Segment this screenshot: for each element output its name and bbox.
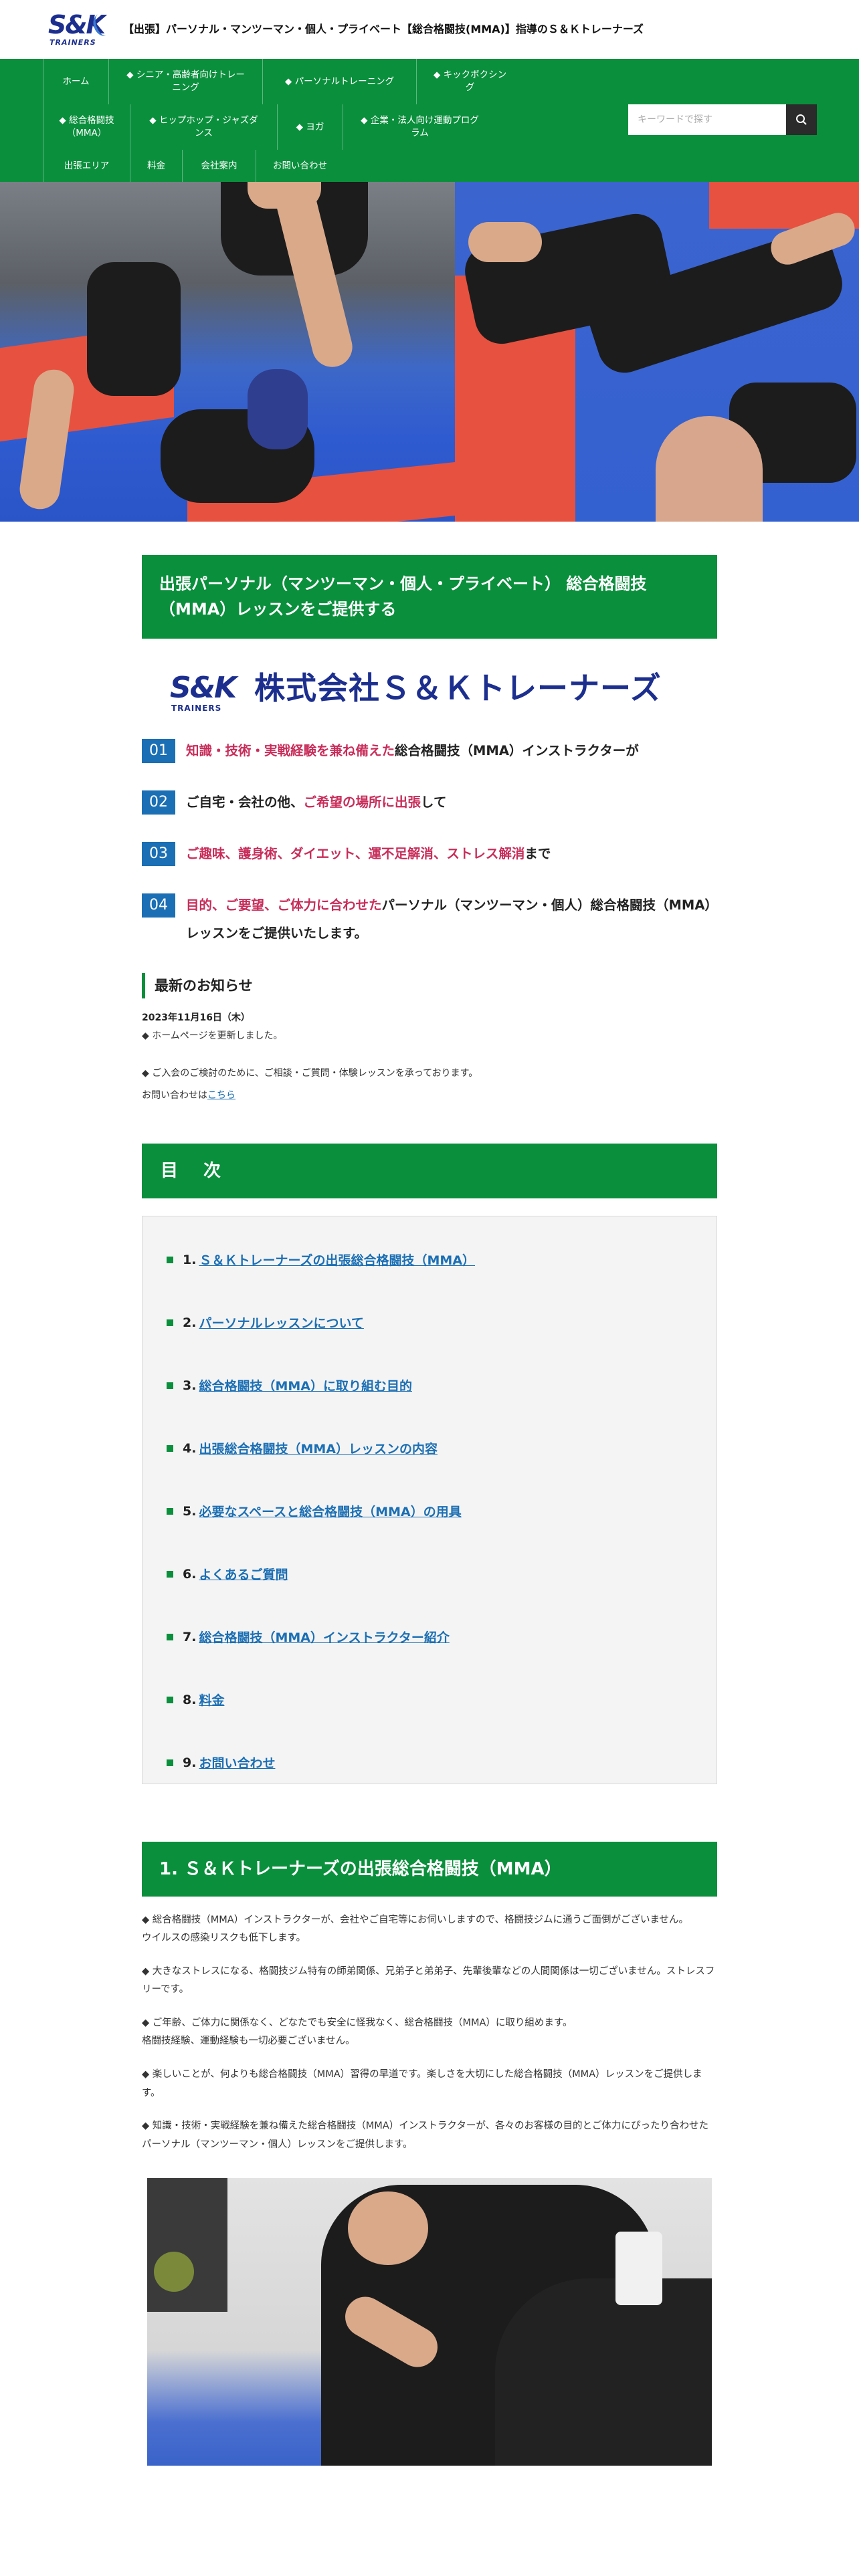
toc-link[interactable]: Ｓ＆Ｋトレーナーズの出張総合格闘技（MMA） xyxy=(199,1251,475,1269)
toc-item: 6. よくあるご質問 xyxy=(167,1543,692,1606)
search-box xyxy=(628,104,817,135)
point-text: ご自宅・会社の他、ご希望の場所に出張して xyxy=(186,794,447,810)
company-name: 株式会社Ｓ＆Ｋトレーナーズ xyxy=(254,669,662,706)
square-bullet-icon xyxy=(167,1382,173,1389)
section-paragraph: ◆ 総合格闘技（MMA）インストラクターが、会社やご自宅等にお伺いしますので、格… xyxy=(142,1914,689,1944)
section-paragraph: ◆ 大きなストレスになる、格闘技ジム特有の師弟関係、兄弟子と弟弟子、先輩後輩など… xyxy=(142,1965,715,1996)
nav-item-corporate[interactable]: ◆ 企業・法人向け運動プログラム xyxy=(343,104,496,150)
toc-link[interactable]: 必要なスペースと総合格闘技（MMA）の用具 xyxy=(199,1502,461,1520)
lesson-photo xyxy=(147,2178,712,2466)
nav-item-senior[interactable]: ◆ シニア・高齢者向けトレーニング xyxy=(108,59,262,104)
site-logo[interactable]: S&K TRAINERS xyxy=(47,11,115,48)
search-button[interactable] xyxy=(786,104,817,135)
intro-heading: 出張パーソナル（マンツーマン・個人・プライベート） 総合格闘技（MMA）レッスン… xyxy=(142,555,717,639)
feature-point: 01 知識・技術・実戦経験を兼ね備えた総合格闘技（MMA）インストラクターが xyxy=(142,738,717,765)
toc-link[interactable]: よくあるご質問 xyxy=(199,1565,288,1583)
hero-photo-left xyxy=(0,182,455,522)
hero-images xyxy=(0,182,859,522)
news-heading: 最新のお知らせ xyxy=(142,972,717,998)
square-bullet-icon xyxy=(167,1696,173,1703)
toc-item: 2. パーソナルレッスンについて xyxy=(167,1291,692,1354)
nav-row-3: 出張エリア 料金 会社案内 お問い合わせ xyxy=(43,150,859,182)
nav-item-yoga[interactable]: ◆ ヨガ xyxy=(277,104,343,150)
feature-point: 04 目的、ご要望、ご体力に合わせたパーソナル（マンツーマン・個人）総合格闘技（… xyxy=(142,893,717,948)
point-text: 知識・技術・実戦経験を兼ね備えた総合格闘技（MMA）インストラクターが xyxy=(186,742,639,758)
toc-link[interactable]: 総合格闘技（MMA）に取り組む目的 xyxy=(199,1376,412,1394)
nav-item-dance[interactable]: ◆ ヒップホップ・ジャズダンス xyxy=(130,104,277,150)
toc-item: 5. 必要なスペースと総合格闘技（MMA）の用具 xyxy=(167,1480,692,1543)
company-logo-mark-text: S&K xyxy=(170,670,237,705)
square-bullet-icon xyxy=(167,1570,173,1578)
square-bullet-icon xyxy=(167,1633,173,1640)
point-text: ご趣味、護身術、ダイエット、運不足解消、ストレス解消まで xyxy=(186,845,551,861)
toc-item: 8. 料金 xyxy=(167,1669,692,1731)
news-contact-line: お問い合わせはこちら xyxy=(142,1089,235,1101)
point-text: 目的、ご要望、ご体力に合わせたパーソナル（マンツーマン・個人）総合格闘技（MMA… xyxy=(186,897,712,941)
company-logo-mark-sub: TRAINERS xyxy=(171,703,222,713)
section-paragraph: ◆ 知識・技術・実戦経験を兼ね備えた総合格闘技（MMA）インストラクターが、各々… xyxy=(142,2121,709,2150)
nav-item-home[interactable]: ホーム xyxy=(43,59,108,104)
square-bullet-icon xyxy=(167,1444,173,1452)
news-date: 2023年11月16日（木） xyxy=(142,1012,250,1023)
contact-link[interactable]: こちら xyxy=(207,1090,235,1101)
point-number: 04 xyxy=(142,893,175,918)
nav-item-price[interactable]: 料金 xyxy=(130,150,182,182)
square-bullet-icon xyxy=(167,1319,173,1326)
company-logo: S&K TRAINERS 株式会社Ｓ＆Ｋトレーナーズ xyxy=(170,660,717,716)
feature-point: 03 ご趣味、護身術、ダイエット、運不足解消、ストレス解消まで xyxy=(142,841,717,868)
nav-item-contact[interactable]: お問い合わせ xyxy=(256,150,344,182)
toc-item: 4. 出張総合格闘技（MMA）レッスンの内容 xyxy=(167,1417,692,1480)
toc-link[interactable]: 料金 xyxy=(199,1691,224,1709)
nav-item-area[interactable]: 出張エリア xyxy=(43,150,130,182)
toc-link[interactable]: お問い合わせ xyxy=(199,1753,275,1772)
site-header: S&K TRAINERS 【出張】パーソナル・マンツーマン・個人・プライベート【… xyxy=(0,0,859,59)
nav-item-mma[interactable]: ◆ 総合格闘技（MMA） xyxy=(43,104,130,150)
toc-item: 1. Ｓ＆Ｋトレーナーズの出張総合格闘技（MMA） xyxy=(167,1228,692,1291)
toc-link[interactable]: 出張総合格闘技（MMA）レッスンの内容 xyxy=(199,1439,438,1457)
point-number: 02 xyxy=(142,790,175,815)
toc-item: 3. 総合格闘技（MMA）に取り組む目的 xyxy=(167,1354,692,1417)
toc-link[interactable]: 総合格闘技（MMA）インストラクター紹介 xyxy=(199,1628,449,1646)
logo-subtext: TRAINERS xyxy=(50,38,96,47)
toc-item: 9. お問い合わせ xyxy=(167,1731,692,1794)
section-paragraph: ◆ ご年齢、ご体力に関係なく、どなたでも安全に怪我なく、総合格闘技（MMA）に取… xyxy=(142,2017,573,2047)
toc-link[interactable]: パーソナルレッスンについて xyxy=(199,1313,363,1331)
section-heading: 1. Ｓ＆Ｋトレーナーズの出張総合格闘技（MMA） xyxy=(142,1841,717,1897)
hero-photo-right xyxy=(455,182,859,522)
toc-heading: 目 次 xyxy=(142,1143,717,1198)
search-icon xyxy=(796,114,807,125)
square-bullet-icon xyxy=(167,1256,173,1263)
toc-item: 7. 総合格闘技（MMA）インストラクター紹介 xyxy=(167,1606,692,1669)
global-nav: ホーム ◆ シニア・高齢者向けトレーニング ◆ パーソナルトレーニング ◆ キッ… xyxy=(0,59,859,182)
section-paragraph: ◆ 楽しいことが、何よりも総合格闘技（MMA）習得の早道です。楽しさを大切にした… xyxy=(142,2069,702,2099)
feature-points: 01 知識・技術・実戦経験を兼ね備えた総合格闘技（MMA）インストラクターが 0… xyxy=(142,738,717,948)
square-bullet-icon xyxy=(167,1759,173,1766)
point-number: 01 xyxy=(142,738,175,763)
square-bullet-icon xyxy=(167,1507,173,1515)
news-item: ◆ ホームページを更新しました。 xyxy=(142,1031,283,1042)
table-of-contents: 1. Ｓ＆Ｋトレーナーズの出張総合格闘技（MMA） 2. パーソナルレッスンについて… xyxy=(142,1215,717,1784)
search-input[interactable] xyxy=(628,104,786,135)
company-logo-mark: S&K TRAINERS xyxy=(170,670,249,712)
nav-item-kickboxing[interactable]: ◆ キックボクシング xyxy=(416,59,523,104)
news-item: ◆ ご入会のご検討のために、ご相談・ご質問・体験レッスンを承っております。 xyxy=(142,1068,478,1079)
site-title[interactable]: 【出張】パーソナル・マンツーマン・個人・プライベート【総合格闘技(MMA)】指導… xyxy=(123,23,644,37)
point-number: 03 xyxy=(142,841,175,866)
main-content: 出張パーソナル（マンツーマン・個人・プライベート） 総合格闘技（MMA）レッスン… xyxy=(142,555,717,2466)
feature-point: 02 ご自宅・会社の他、ご希望の場所に出張して xyxy=(142,790,717,817)
nav-row-1: ホーム ◆ シニア・高齢者向けトレーニング ◆ パーソナルトレーニング ◆ キッ… xyxy=(43,59,859,104)
nav-item-company[interactable]: 会社案内 xyxy=(182,150,256,182)
nav-item-personal[interactable]: ◆ パーソナルトレーニング xyxy=(262,59,416,104)
